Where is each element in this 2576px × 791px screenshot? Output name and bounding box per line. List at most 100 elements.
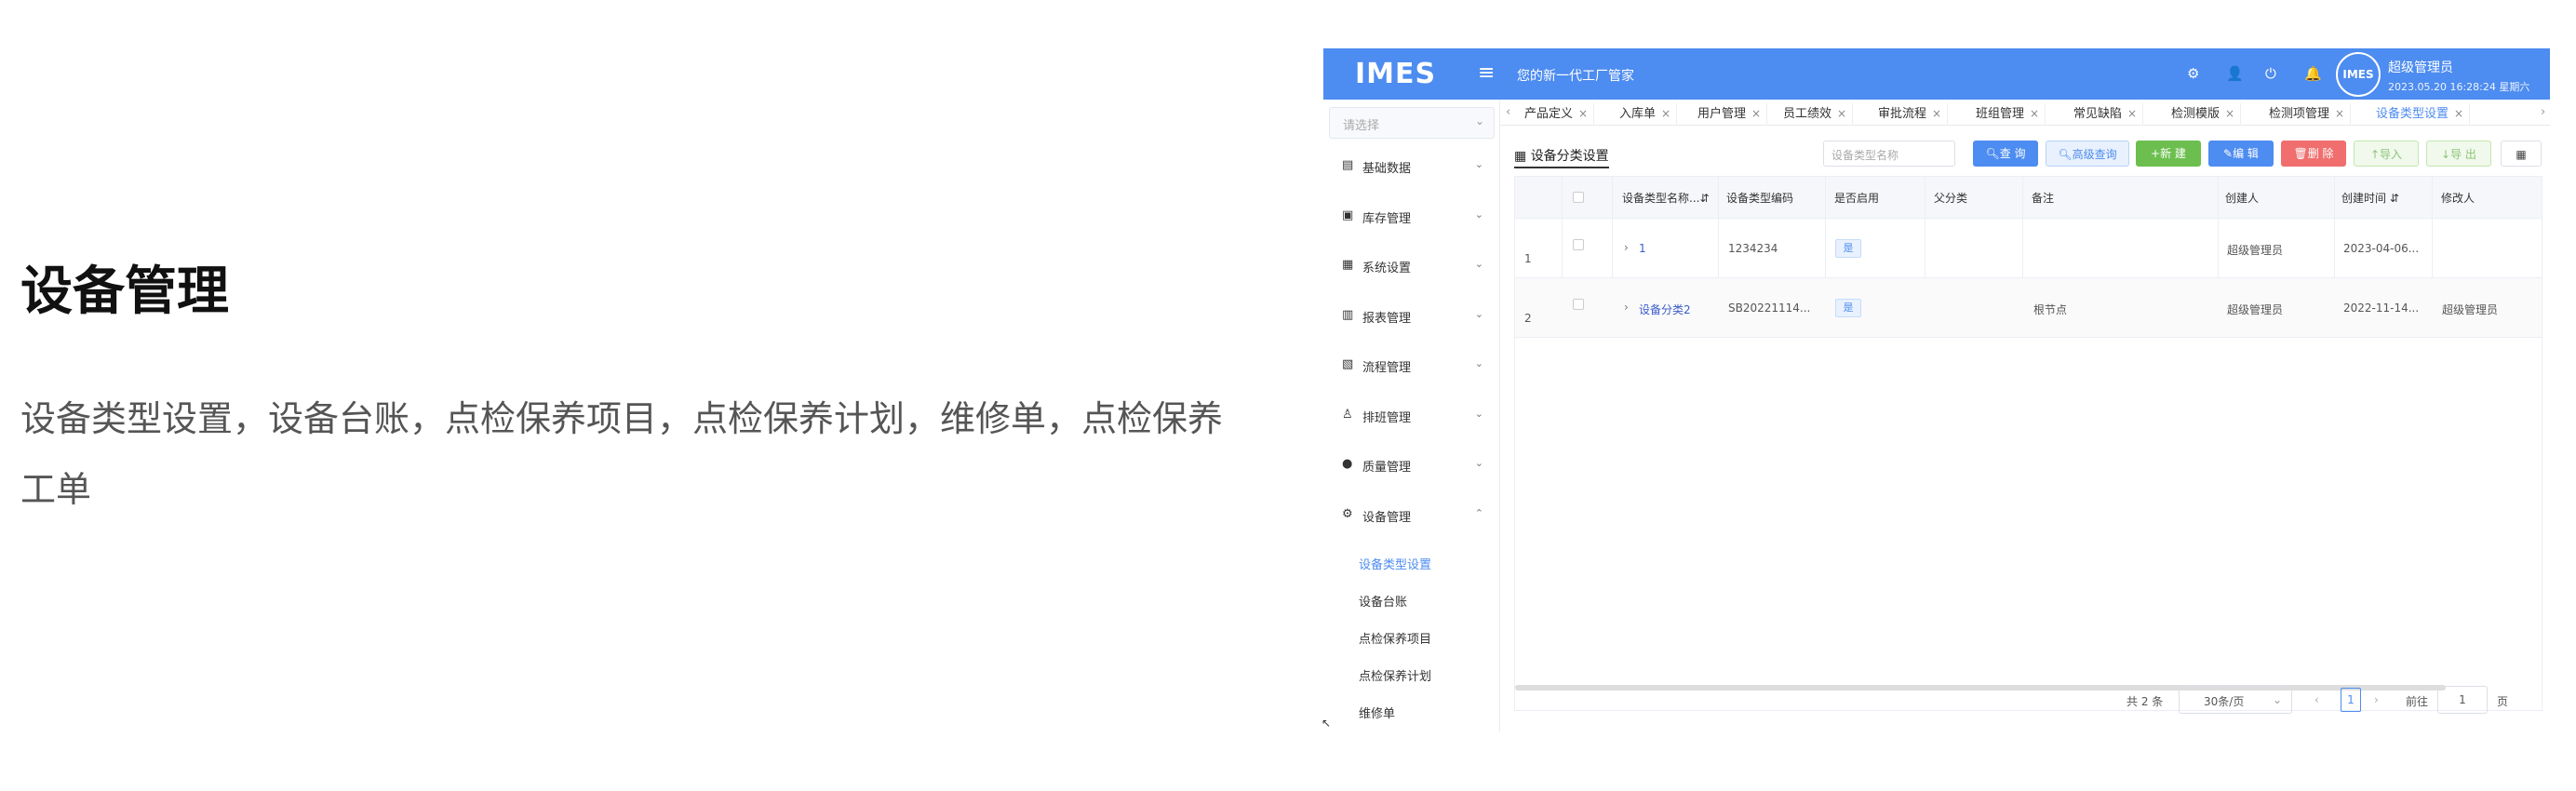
tab-9[interactable]: 设备类型设置 × xyxy=(2370,103,2471,126)
tab-label: 常见缺陷 xyxy=(2073,107,2123,121)
advanced-query-label: 高级查询 xyxy=(2072,148,2117,161)
submenu-item-3[interactable]: 点检保养计划 xyxy=(1359,666,1431,684)
advanced-query-button[interactable]: 🔍︎高级查询 xyxy=(2046,141,2129,167)
tab-4[interactable]: 审批流程 × xyxy=(1872,103,1949,126)
expand-icon[interactable]: › xyxy=(1624,301,1629,314)
close-icon[interactable]: × xyxy=(2335,107,2344,120)
tab-label: 产品定义 xyxy=(1524,107,1574,121)
submenu-item-0[interactable]: 设备类型设置 xyxy=(1359,555,1431,572)
chevron-icon: ⌄ xyxy=(1474,158,1483,170)
sidebar-item-4[interactable]: ▧ 流程管理 ⌄ xyxy=(1323,352,1500,380)
tab-label: 用户管理 xyxy=(1697,107,1747,121)
chevron-icon: ⌄ xyxy=(1474,407,1483,420)
plus-icon: + xyxy=(2151,147,2161,160)
top-bar: IMES ≡ 您的新一代工厂管家 ⚙ 👤 ⏻ 🔔 IMES 超级管理员 2023… xyxy=(1323,48,2550,100)
search-icon: 🔍︎ xyxy=(1985,147,2000,160)
column-header[interactable]: 设备类型名称...⇵ xyxy=(1622,190,1710,206)
sidebar-item-label: 设备管理 xyxy=(1362,510,1412,525)
close-icon[interactable]: × xyxy=(2454,107,2463,120)
tab-5[interactable]: 班组管理 × xyxy=(1970,103,2046,126)
delete-button[interactable]: 🗑︎删 除 xyxy=(2281,141,2346,167)
tab-label: 入库单 xyxy=(1619,107,1657,121)
goto-page-input[interactable]: 1 xyxy=(2437,686,2488,714)
next-page-icon[interactable]: › xyxy=(2374,693,2379,706)
tab-6[interactable]: 常见缺陷 × xyxy=(2068,103,2144,126)
close-icon[interactable]: × xyxy=(1837,107,1846,120)
table-row[interactable]: 2 › 设备分类2 SB20221114... 是 根节点 超级管理员 2022-11-14.… xyxy=(1515,278,2542,338)
tab-label: 员工绩效 xyxy=(1783,107,1832,121)
row-checkbox[interactable] xyxy=(1573,299,1584,310)
sidebar-search-select[interactable]: 请选择 ⌄ xyxy=(1329,107,1495,139)
sort-icon[interactable]: ⇵ xyxy=(1699,192,1709,205)
column-header[interactable]: 创建时间 ⇵ xyxy=(2341,190,2399,206)
close-icon[interactable]: × xyxy=(2127,107,2137,120)
menu-toggle-icon[interactable]: ≡ xyxy=(1478,61,1495,85)
tab-8[interactable]: 检测项管理 × xyxy=(2263,103,2352,126)
table-row[interactable]: 1 › 1 1234234 是 超级管理员 2023-04-06... xyxy=(1515,219,2542,278)
mouse-cursor-icon: ↖ xyxy=(1322,717,1332,730)
submenu-item-4[interactable]: 维修单 xyxy=(1359,704,1395,721)
arrow-down-icon: ↓ xyxy=(2441,148,2451,161)
tab-3[interactable]: 员工绩效 × xyxy=(1778,103,1854,126)
select-all-checkbox[interactable] xyxy=(1573,192,1584,203)
column-settings-button[interactable]: ▦ xyxy=(2501,141,2542,167)
page-size-select[interactable]: 30条/页 ⌄ xyxy=(2179,686,2292,714)
sidebar-item-label: 流程管理 xyxy=(1362,361,1412,375)
arrow-up-icon: ↑ xyxy=(2369,148,2381,161)
sidebar-item-5[interactable]: ♙ 排班管理 ⌄ xyxy=(1323,402,1500,430)
close-icon[interactable]: × xyxy=(1932,107,1941,120)
tab-scroll-right-icon[interactable]: › xyxy=(2541,105,2545,119)
tab-2[interactable]: 用户管理 × xyxy=(1692,103,1768,126)
tab-label: 班组管理 xyxy=(1976,107,2025,121)
sort-icon[interactable]: ⇵ xyxy=(2390,192,2399,205)
app-window: IMES ≡ 您的新一代工厂管家 ⚙ 👤 ⏻ 🔔 IMES 超级管理员 2023… xyxy=(1323,48,2550,732)
search-input[interactable]: 设备类型名称 xyxy=(1823,141,1955,167)
sidebar: 请选择 ⌄ ▤ 基础数据 ⌄ ▣ 库存管理 ⌄ ▦ 系统设置 ⌄ ▥ 报表管理 ⌄ ▧ 流程管理 ⌄ ♙ 排班管… xyxy=(1323,100,1500,732)
create-button[interactable]: +新 建 xyxy=(2136,141,2201,167)
tab-7[interactable]: 检测模版 × xyxy=(2166,103,2242,126)
query-button[interactable]: 🔍︎查 询 xyxy=(1973,141,2038,167)
close-icon[interactable]: × xyxy=(1661,107,1670,120)
sidebar-item-0[interactable]: ▤ 基础数据 ⌄ xyxy=(1323,153,1500,181)
import-button[interactable]: ↑导入 xyxy=(2354,141,2419,167)
column-header-text: 创建时间 xyxy=(2341,192,2387,205)
close-icon[interactable]: × xyxy=(2225,107,2234,120)
sidebar-item-label: 基础数据 xyxy=(1362,162,1412,176)
sidebar-item-6[interactable]: ● 质量管理 ⌄ xyxy=(1323,451,1500,479)
bell-icon[interactable]: 🔔 xyxy=(2304,65,2322,82)
current-page[interactable]: 1 xyxy=(2341,688,2361,712)
sidebar-item-1[interactable]: ▣ 库存管理 ⌄ xyxy=(1323,203,1500,231)
device-type-name[interactable]: 设备分类2 xyxy=(1639,302,1691,317)
bar-chart-icon: ▥ xyxy=(1342,307,1354,322)
gear-icon[interactable]: ⚙ xyxy=(2187,65,2199,82)
power-icon[interactable]: ⏻ xyxy=(2265,65,2276,82)
tab-1[interactable]: 入库单 × xyxy=(1614,103,1678,126)
submenu-item-2[interactable]: 点检保养项目 xyxy=(1359,629,1431,647)
sidebar-item-7[interactable]: ⚙ 设备管理 ⌃ xyxy=(1323,502,1500,530)
avatar[interactable]: IMES xyxy=(2336,52,2381,97)
row-checkbox[interactable] xyxy=(1573,239,1584,250)
tab-0[interactable]: 产品定义 × xyxy=(1519,103,1595,126)
edit-button[interactable]: ✎编 辑 xyxy=(2208,141,2274,167)
app-logo[interactable]: IMES xyxy=(1355,58,1436,90)
sidebar-item-3[interactable]: ▥ 报表管理 ⌄ xyxy=(1323,302,1500,330)
chevron-down-icon: ⌄ xyxy=(2272,693,2282,706)
close-icon[interactable]: × xyxy=(1578,107,1588,120)
close-icon[interactable]: × xyxy=(1751,107,1761,120)
sidebar-item-2[interactable]: ▦ 系统设置 ⌄ xyxy=(1323,252,1500,280)
hero-description: 设备类型设置，设备台账，点检保养项目，点检保养计划，维修单，点检保养工单 xyxy=(20,398,1224,510)
expand-icon[interactable]: › xyxy=(1624,241,1629,254)
submenu-item-1[interactable]: 设备台账 xyxy=(1359,592,1407,610)
document-icon: ▤ xyxy=(1342,158,1354,172)
close-icon[interactable]: × xyxy=(2030,107,2039,120)
export-button[interactable]: ↓导 出 xyxy=(2426,141,2491,167)
person-icon: ♙ xyxy=(1342,407,1353,422)
column-header: 修改人 xyxy=(2441,192,2475,205)
tab-label: 审批流程 xyxy=(1878,107,1927,121)
device-type-name[interactable]: 1 xyxy=(1639,242,1646,255)
user-name[interactable]: 超级管理员 xyxy=(2388,58,2453,76)
tab-scroll-left-icon[interactable]: ‹ xyxy=(1506,105,1510,119)
sidebar-item-label: 质量管理 xyxy=(1362,461,1412,475)
user-icon[interactable]: 👤 xyxy=(2226,65,2244,82)
prev-page-icon[interactable]: ‹ xyxy=(2314,693,2319,706)
